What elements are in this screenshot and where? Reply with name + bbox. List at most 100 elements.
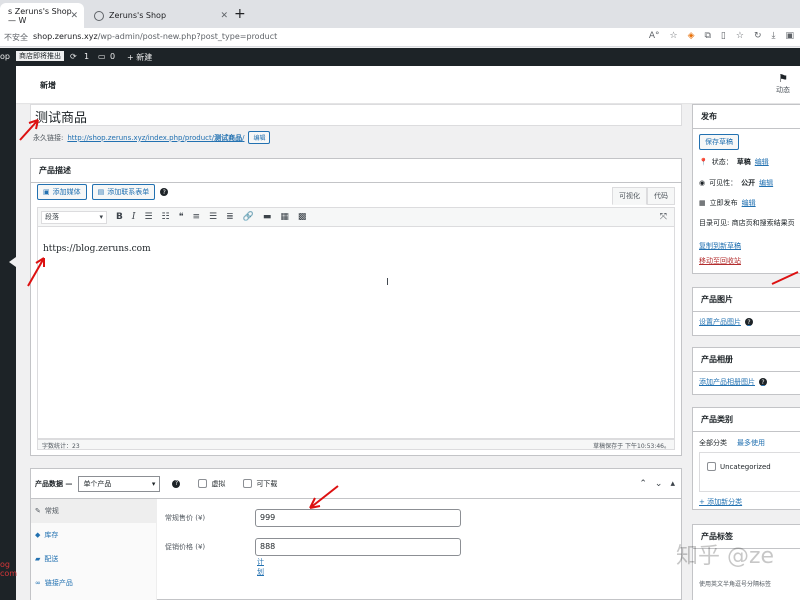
add-new-category-link[interactable]: + 添加新分类 [699, 497, 742, 507]
sale-price-label: 促销价格 (¥) [165, 543, 206, 551]
virtual-checkbox[interactable]: 虚拟 [198, 479, 225, 489]
blockquote-icon[interactable]: ❝ [179, 212, 184, 222]
add-contact-form-button[interactable]: ▤ 添加联系表单 [91, 184, 156, 200]
product-type-select[interactable]: 单个产品 ▾ [78, 475, 161, 492]
updates-count[interactable]: 1 [84, 52, 89, 61]
align-right-icon[interactable]: ≣ [226, 212, 234, 222]
add-media-button[interactable]: ▣ 添加媒体 [37, 184, 87, 200]
comments-icon[interactable]: ▭ [98, 52, 106, 61]
new-tab-button[interactable]: + [234, 6, 246, 22]
history-icon[interactable]: ↻ [754, 31, 762, 41]
downloadable-checkbox[interactable]: 可下载 [243, 479, 277, 489]
split-screen-icon[interactable]: ▯ [721, 31, 726, 41]
publish-box: 发布 保存草稿 📍 状态： 草稿 编辑 ◉ 可见性： 公开 编辑 ▦ 立即发布 编辑 目录可见:… [692, 104, 800, 274]
bullet-list-icon[interactable]: ☰ [144, 212, 152, 222]
globe-icon [94, 10, 104, 21]
inventory-icon: ◆ [35, 531, 41, 539]
browser-tab[interactable]: Zeruns's Shop ✕ [86, 3, 234, 28]
favorites-icon[interactable]: ☆ [736, 31, 744, 41]
tab-label: 常规 [44, 507, 59, 515]
category-item[interactable]: Uncategorized [707, 462, 771, 471]
toolbar-toggle-icon[interactable]: ▩ [298, 212, 307, 222]
bold-icon[interactable]: B [116, 212, 123, 222]
watermark: 知乎 @ze [676, 544, 775, 569]
format-select-value: 段落 [45, 213, 59, 221]
add-gallery-images-link[interactable]: 添加产品相册图片? [699, 377, 767, 387]
coming-soon-badge[interactable]: 商店即将推出 [16, 51, 64, 61]
product-title-input[interactable]: 测试商品 [30, 104, 682, 126]
permalink-link[interactable]: http://shop.zeruns.xyz/index.php/product… [67, 133, 244, 143]
move-down-icon[interactable]: ⌄ [655, 479, 663, 489]
current-menu-indicator [9, 257, 16, 267]
checkbox[interactable] [198, 479, 208, 488]
collapse-icon[interactable]: ▴ [670, 479, 675, 489]
browser-toolbar-icons: A° ☆ ◈ ⧉ ▯ ☆ ↻ ⤓ ▣ [649, 31, 794, 41]
tab-all-categories[interactable]: 全部分类 [699, 438, 727, 448]
tab-general[interactable]: ✎ 常规 [31, 499, 156, 523]
schedule-link[interactable]: 计划 [257, 557, 264, 577]
set-image-label: 设置产品图片 [699, 318, 741, 326]
box-title: 产品描述 [31, 159, 681, 183]
edit-visibility-link[interactable]: 编辑 [759, 178, 773, 188]
read-more-icon[interactable]: ▬ [263, 212, 272, 222]
editor-content-area[interactable]: https://blog.zeruns.com I [37, 227, 675, 439]
favorite-star-icon[interactable]: ☆ [669, 31, 677, 41]
browser-tab-bar: s Zeruns's Shop — W ✕ Zeruns's Shop ✕ + [0, 0, 800, 28]
tab-visual[interactable]: 可视化 [612, 187, 647, 205]
url-host: shop.zeruns.xyz [33, 32, 98, 41]
numbered-list-icon[interactable]: ☷ [162, 212, 170, 222]
category-label: Uncategorized [720, 462, 771, 471]
read-aloud-icon[interactable]: A° [649, 31, 660, 41]
address-bar[interactable]: 不安全 shop.zeruns.xyz/wp-admin/post-new.ph… [0, 28, 800, 47]
tab-linked-products[interactable]: ∞ 链接产品 [31, 571, 156, 595]
close-tab-icon[interactable]: ✕ [220, 11, 228, 21]
browser-tab-active[interactable]: s Zeruns's Shop — W ✕ [0, 3, 84, 28]
virtual-label: 虚拟 [211, 479, 226, 488]
collections-icon[interactable]: ▣ [785, 31, 794, 41]
tab-label: 配送 [44, 555, 59, 563]
insecure-label[interactable]: 不安全 [4, 32, 28, 43]
tab-inventory[interactable]: ◆ 库存 [31, 523, 156, 547]
help-icon[interactable]: ? [745, 318, 753, 326]
save-draft-button[interactable]: 保存草稿 [699, 134, 739, 150]
format-select[interactable]: 段落 ▾ [41, 210, 107, 224]
move-to-trash-link[interactable]: 移动至回收站 [699, 256, 741, 266]
close-tab-icon[interactable]: ✕ [70, 11, 78, 21]
box-title: 产品类别 [693, 408, 800, 432]
copy-to-draft-link[interactable]: 复制到新草稿 [699, 241, 741, 251]
checkbox[interactable] [707, 462, 716, 471]
align-center-icon[interactable]: ☰ [209, 212, 217, 222]
new-content-button[interactable]: + 新建 [127, 52, 152, 63]
comments-count[interactable]: 0 [110, 52, 115, 61]
updates-icon[interactable]: ⟳ [70, 52, 77, 61]
edit-status-link[interactable]: 编辑 [755, 157, 769, 167]
help-icon[interactable]: ? [759, 378, 767, 386]
url-text[interactable]: shop.zeruns.xyz/wp-admin/post-new.php?po… [33, 32, 277, 41]
activity-button[interactable]: ⚑ 动态 [776, 72, 790, 95]
visibility-value: 公开 [741, 179, 756, 187]
sale-price-input[interactable]: 888 [255, 538, 461, 556]
extensions-icon[interactable]: ⧉ [704, 31, 710, 41]
table-icon[interactable]: ▦ [280, 212, 289, 222]
help-icon[interactable]: ? [172, 479, 181, 488]
editor-text[interactable]: https://blog.zeruns.com [43, 244, 151, 254]
fullscreen-icon[interactable]: ⤧ [660, 212, 667, 222]
set-product-image-link[interactable]: 设置产品图片? [699, 317, 753, 327]
tab-code[interactable]: 代码 [647, 187, 675, 205]
tab-shipping[interactable]: ▰ 配送 [31, 547, 156, 571]
tab-most-used[interactable]: 最多使用 [737, 438, 765, 448]
move-up-icon[interactable]: ⌃ [639, 479, 647, 489]
overlay-line: og [0, 560, 10, 569]
edit-date-link[interactable]: 编辑 [742, 198, 756, 208]
align-left-icon[interactable]: ≡ [192, 212, 200, 222]
regular-price-input[interactable]: 999 [255, 509, 461, 527]
download-icon[interactable]: ⤓ [772, 31, 776, 41]
italic-icon[interactable]: I [132, 212, 136, 222]
wrench-icon: ✎ [35, 507, 41, 515]
site-name[interactable]: op [0, 52, 10, 61]
help-icon[interactable]: ? [160, 188, 169, 196]
edit-permalink-button[interactable]: 编辑 [248, 131, 271, 144]
link-icon[interactable]: 🔗 [243, 212, 254, 222]
checkbox[interactable] [243, 479, 253, 488]
extension-icon[interactable]: ◈ [688, 31, 695, 41]
